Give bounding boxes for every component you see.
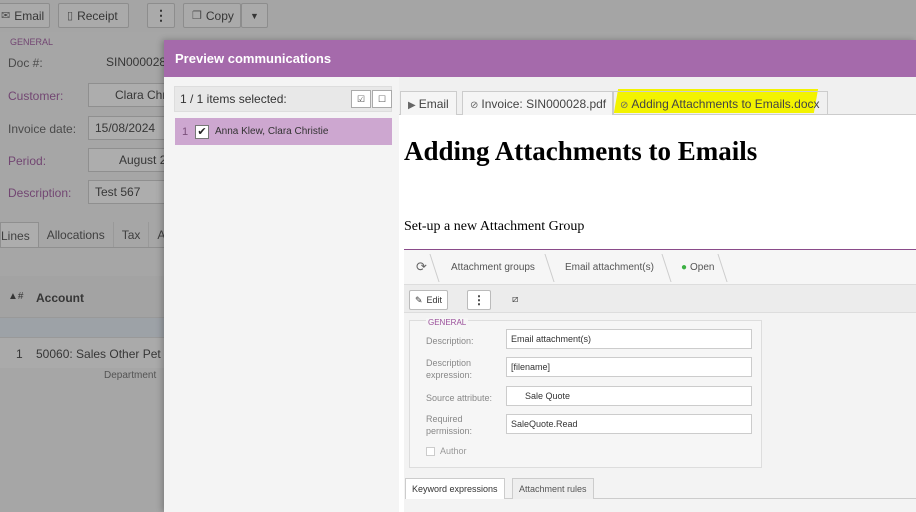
field-value: Sale Quote <box>506 386 752 406</box>
breadcrumb-separator <box>544 254 555 282</box>
breadcrumb-separator <box>717 254 728 282</box>
selection-bar: 1 / 1 items selected: ☑ ☐ <box>174 86 392 112</box>
row-checkbox[interactable]: ✔ <box>195 124 209 139</box>
panel-caption: GENERAL <box>426 318 469 327</box>
tab-attachment-docx[interactable]: ⊘ Adding Attachments to Emails.docx <box>612 91 828 116</box>
document-paragraph: Set-up a new Attachment Group <box>404 219 585 234</box>
breadcrumb-separator <box>661 254 672 282</box>
embedded-screenshot: ⟳ Attachment groups Email attachment(s) … <box>404 249 916 512</box>
select-all-button[interactable]: ☑ <box>351 90 371 108</box>
refresh-icon: ⟳ <box>416 259 427 274</box>
dialog-title: Preview communications <box>164 40 916 77</box>
status-dot-icon: ● <box>681 262 688 273</box>
field-label: Source attribute: <box>426 393 493 403</box>
field-label: Description expression: <box>426 358 473 380</box>
field-label: Required permission: <box>426 414 473 436</box>
breadcrumb-separator <box>429 254 440 282</box>
tab-keyword-expressions: Keyword expressions <box>405 478 505 499</box>
preview-pane-front: ⊘ Adding Attachments to Emails.docx Addin… <box>399 77 916 512</box>
breadcrumb: ⟳ Attachment groups Email attachment(s) … <box>404 250 916 285</box>
recipient-name: Anna Klew, Clara Christie <box>215 126 329 137</box>
document-heading: Adding Attachments to Emails <box>404 136 758 166</box>
list-item[interactable]: 1 ✔ Anna Klew, Clara Christie <box>175 118 392 145</box>
status-badge: Open <box>690 262 715 273</box>
row-number: 1 <box>181 125 189 138</box>
document-preview: Adding Attachments to Emails Set-up a ne… <box>399 115 916 512</box>
checkbox-box <box>426 446 435 456</box>
pencil-icon: ✎ <box>415 294 423 305</box>
tab-attachment-rules: Attachment rules <box>512 478 594 499</box>
selection-count: 1 / 1 items selected: <box>180 92 287 106</box>
edit-button: ✎ Edit <box>409 290 449 310</box>
more-icon: ⋮ <box>467 290 491 310</box>
preview-communications-dialog: Preview communications 1 / 1 items selec… <box>164 40 916 512</box>
field-value: [filename] <box>506 357 752 377</box>
recipients-pane: 1 / 1 items selected: ☑ ☐ 1 ✔ Anna Klew,… <box>164 77 399 512</box>
embedded-tabs: Keyword expressions Attachment rules <box>405 477 916 499</box>
clear-selection-button[interactable]: ☐ <box>372 90 392 108</box>
embedded-toolbar: ✎ Edit ⋮ ⧄ <box>404 285 916 313</box>
chart-icon: ⧄ <box>512 294 519 305</box>
author-checkbox: Author <box>426 446 467 456</box>
field-value: Email attachment(s) <box>506 329 752 349</box>
paperclip-icon: ⊘ <box>620 100 629 111</box>
breadcrumb-item: Attachment groups <box>451 262 535 273</box>
breadcrumb-item: Email attachment(s) <box>565 262 654 273</box>
field-value: SaleQuote.Read <box>506 414 752 434</box>
general-panel: GENERAL Description: Email attachment(s)… <box>409 318 762 468</box>
field-label: Description: <box>426 336 474 346</box>
